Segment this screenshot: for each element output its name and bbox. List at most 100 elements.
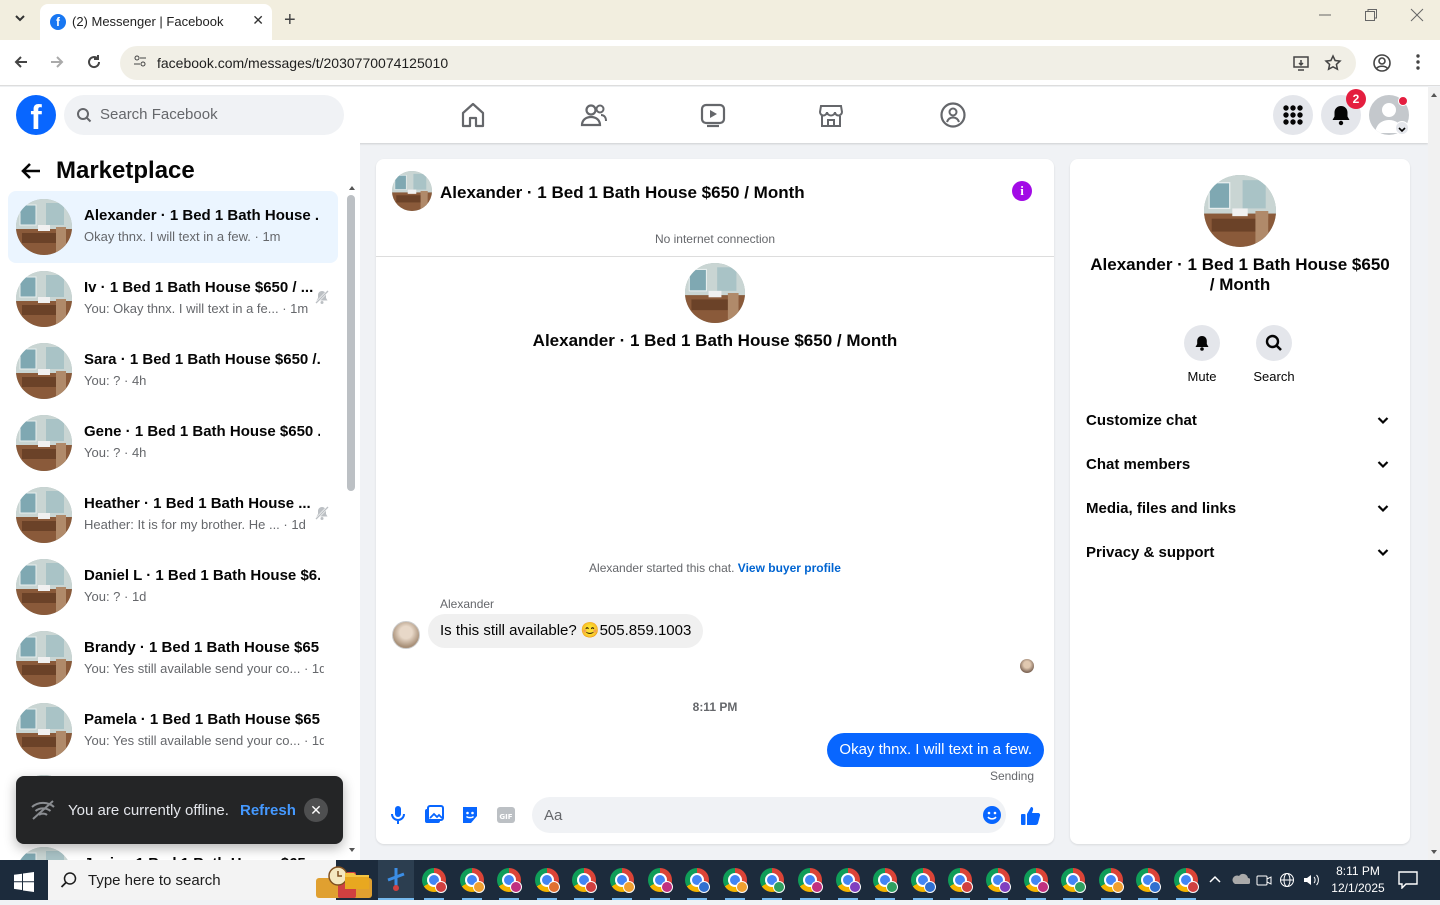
conversation-item[interactable]: Gene · 1 Bed 1 Bath House $650 ... You: ?…	[8, 407, 338, 479]
taskbar-clock[interactable]: 8:11 PM 12/1/2025	[1330, 863, 1386, 897]
meet-now-icon[interactable]	[1256, 872, 1272, 893]
refresh-link[interactable]: Refresh	[240, 802, 296, 819]
chrome-profile-badge	[1111, 881, 1124, 893]
new-tab-icon[interactable]: +	[284, 9, 296, 32]
chrome-taskbar-icon[interactable]	[1098, 868, 1124, 900]
groups-icon[interactable]	[939, 101, 967, 134]
taskbar-search-box[interactable]: Type here to search	[48, 860, 372, 900]
outgoing-message-bubble[interactable]: Okay thnx. I will text in a few.	[827, 733, 1044, 767]
profile-icon[interactable]	[1372, 53, 1392, 78]
chrome-taskbar-icon[interactable]	[948, 868, 974, 900]
install-app-icon[interactable]	[1292, 54, 1310, 77]
video-icon[interactable]	[700, 101, 726, 134]
chrome-taskbar-icon[interactable]	[873, 868, 899, 900]
menu-grid-button[interactable]	[1273, 95, 1313, 135]
show-hidden-icons-chevron[interactable]	[1208, 872, 1222, 891]
forward-arrow-icon[interactable]	[48, 53, 66, 76]
mute-button[interactable]: Mute	[1172, 325, 1232, 384]
action-center-icon[interactable]	[1398, 871, 1418, 894]
bookmark-star-icon[interactable]	[1324, 54, 1342, 77]
chrome-taskbar-icon[interactable]	[572, 868, 598, 900]
conversation-item[interactable]: Iv · 1 Bed 1 Bath House $650 / ... You: O…	[8, 263, 338, 335]
incoming-message-bubble[interactable]: Is this still available? 😊505.859.1003	[428, 614, 704, 648]
marketplace-icon[interactable]	[818, 101, 844, 134]
reload-icon[interactable]	[85, 53, 103, 76]
sender-avatar[interactable]	[392, 621, 420, 649]
conversation-item[interactable]: Sara · 1 Bed 1 Bath House $650 /... You: …	[8, 335, 338, 407]
active-app-slot[interactable]	[378, 860, 414, 900]
network-globe-icon[interactable]	[1279, 872, 1295, 893]
sticker-icon[interactable]	[460, 805, 480, 830]
account-chevron-icon[interactable]	[1395, 121, 1409, 135]
chrome-taskbar-icon[interactable]	[647, 868, 673, 900]
chrome-taskbar-icon[interactable]	[835, 868, 861, 900]
browser-menu-icon[interactable]	[1410, 52, 1426, 77]
address-bar[interactable]: facebook.com/messages/t/2030770074125010	[120, 46, 1356, 80]
chrome-taskbar-icon[interactable]	[722, 868, 748, 900]
windows-start-icon[interactable]	[14, 872, 34, 897]
volume-icon[interactable]	[1302, 872, 1320, 893]
chrome-taskbar-icon[interactable]	[685, 868, 711, 900]
chrome-taskbar-icon[interactable]	[1061, 868, 1087, 900]
conversation-item[interactable]: Heather · 1 Bed 1 Bath House ... Heather:…	[8, 479, 338, 551]
browser-tab-messenger[interactable]: f (2) Messenger | Facebook ✕	[40, 4, 272, 40]
conversation-name: Sara · 1 Bed 1 Bath House $650 /...	[84, 351, 320, 368]
emoji-icon[interactable]	[982, 805, 1002, 830]
chrome-taskbar-icon[interactable]	[497, 868, 523, 900]
facebook-search-box[interactable]: Search Facebook	[64, 95, 344, 135]
search-in-chat-button[interactable]: Search	[1244, 325, 1304, 384]
search-icon	[60, 872, 77, 888]
scroll-up-icon[interactable]	[347, 183, 357, 193]
conversation-preview: You: Okay thnx. I will text in a fe... ·…	[84, 301, 309, 316]
facebook-logo[interactable]: f	[16, 95, 56, 135]
facebook-top-nav: f Search Facebook 2	[0, 87, 1428, 143]
chrome-taskbar-icon[interactable]	[1174, 868, 1199, 900]
conversation-item[interactable]: Pamela · 1 Bed 1 Bath House $65... You: Y…	[8, 695, 338, 767]
message-input[interactable]	[532, 797, 1006, 833]
restore-window-icon[interactable]	[1364, 8, 1378, 27]
back-arrow-icon[interactable]	[20, 161, 42, 186]
photo-attach-icon[interactable]	[424, 805, 444, 830]
chrome-taskbar-icon[interactable]	[910, 868, 936, 900]
conversation-item[interactable]: Brandy · 1 Bed 1 Bath House $65... You: Y…	[8, 623, 338, 695]
chrome-taskbar-icon[interactable]	[1023, 868, 1049, 900]
inbox-scrollbar-thumb[interactable]	[347, 195, 355, 491]
listing-thumbnail-avatar[interactable]	[392, 171, 432, 211]
scroll-down-icon[interactable]	[347, 845, 357, 855]
facebook-favicon: f	[50, 14, 66, 30]
close-toast-button[interactable]: ✕	[304, 798, 328, 822]
close-window-icon[interactable]	[1410, 8, 1424, 27]
details-section-row[interactable]: Media, files and links	[1086, 495, 1394, 523]
onedrive-icon[interactable]	[1230, 872, 1251, 891]
chat-intro-title: Alexander · 1 Bed 1 Bath House $650 / Mo…	[532, 331, 898, 350]
thumbs-up-icon[interactable]	[1020, 805, 1042, 832]
chrome-taskbar-icon[interactable]	[610, 868, 635, 900]
conversation-item[interactable]: Alexander · 1 Bed 1 Bath House ... Okay t…	[8, 191, 338, 263]
details-section-row[interactable]: Privacy & support	[1086, 539, 1394, 567]
home-icon[interactable]	[460, 101, 486, 134]
back-arrow-icon[interactable]	[12, 53, 30, 76]
page-scrollbar[interactable]	[1428, 87, 1440, 860]
details-section-row[interactable]: Customize chat	[1086, 407, 1394, 435]
view-buyer-profile-link[interactable]: View buyer profile	[738, 561, 841, 575]
info-icon[interactable]: i	[1012, 181, 1032, 201]
listing-avatar	[16, 559, 72, 615]
details-section-row[interactable]: Chat members	[1086, 451, 1394, 479]
microphone-icon[interactable]	[390, 805, 406, 830]
chrome-taskbar-icon[interactable]	[1136, 868, 1162, 900]
chrome-taskbar-icon[interactable]	[986, 868, 1011, 900]
chrome-taskbar-icon[interactable]	[798, 868, 823, 900]
tab-search-chevron-icon[interactable]	[12, 10, 28, 31]
gif-icon[interactable]: GIF	[496, 805, 516, 830]
chrome-taskbar-icon[interactable]	[459, 868, 485, 900]
conversation-item[interactable]: Daniel L · 1 Bed 1 Bath House $6... You: …	[8, 551, 338, 623]
file-explorer-icon[interactable]	[344, 869, 370, 896]
site-info-icon[interactable]	[132, 53, 148, 73]
tab-close-icon[interactable]: ✕	[252, 12, 264, 29]
friends-icon[interactable]	[580, 101, 608, 134]
chat-header-title[interactable]: Alexander · 1 Bed 1 Bath House $650 / Mo…	[440, 183, 805, 203]
chrome-taskbar-icon[interactable]	[534, 868, 560, 900]
chrome-taskbar-icon[interactable]	[422, 868, 447, 900]
minimize-window-icon[interactable]	[1318, 8, 1332, 27]
chrome-taskbar-icon[interactable]	[760, 868, 786, 900]
